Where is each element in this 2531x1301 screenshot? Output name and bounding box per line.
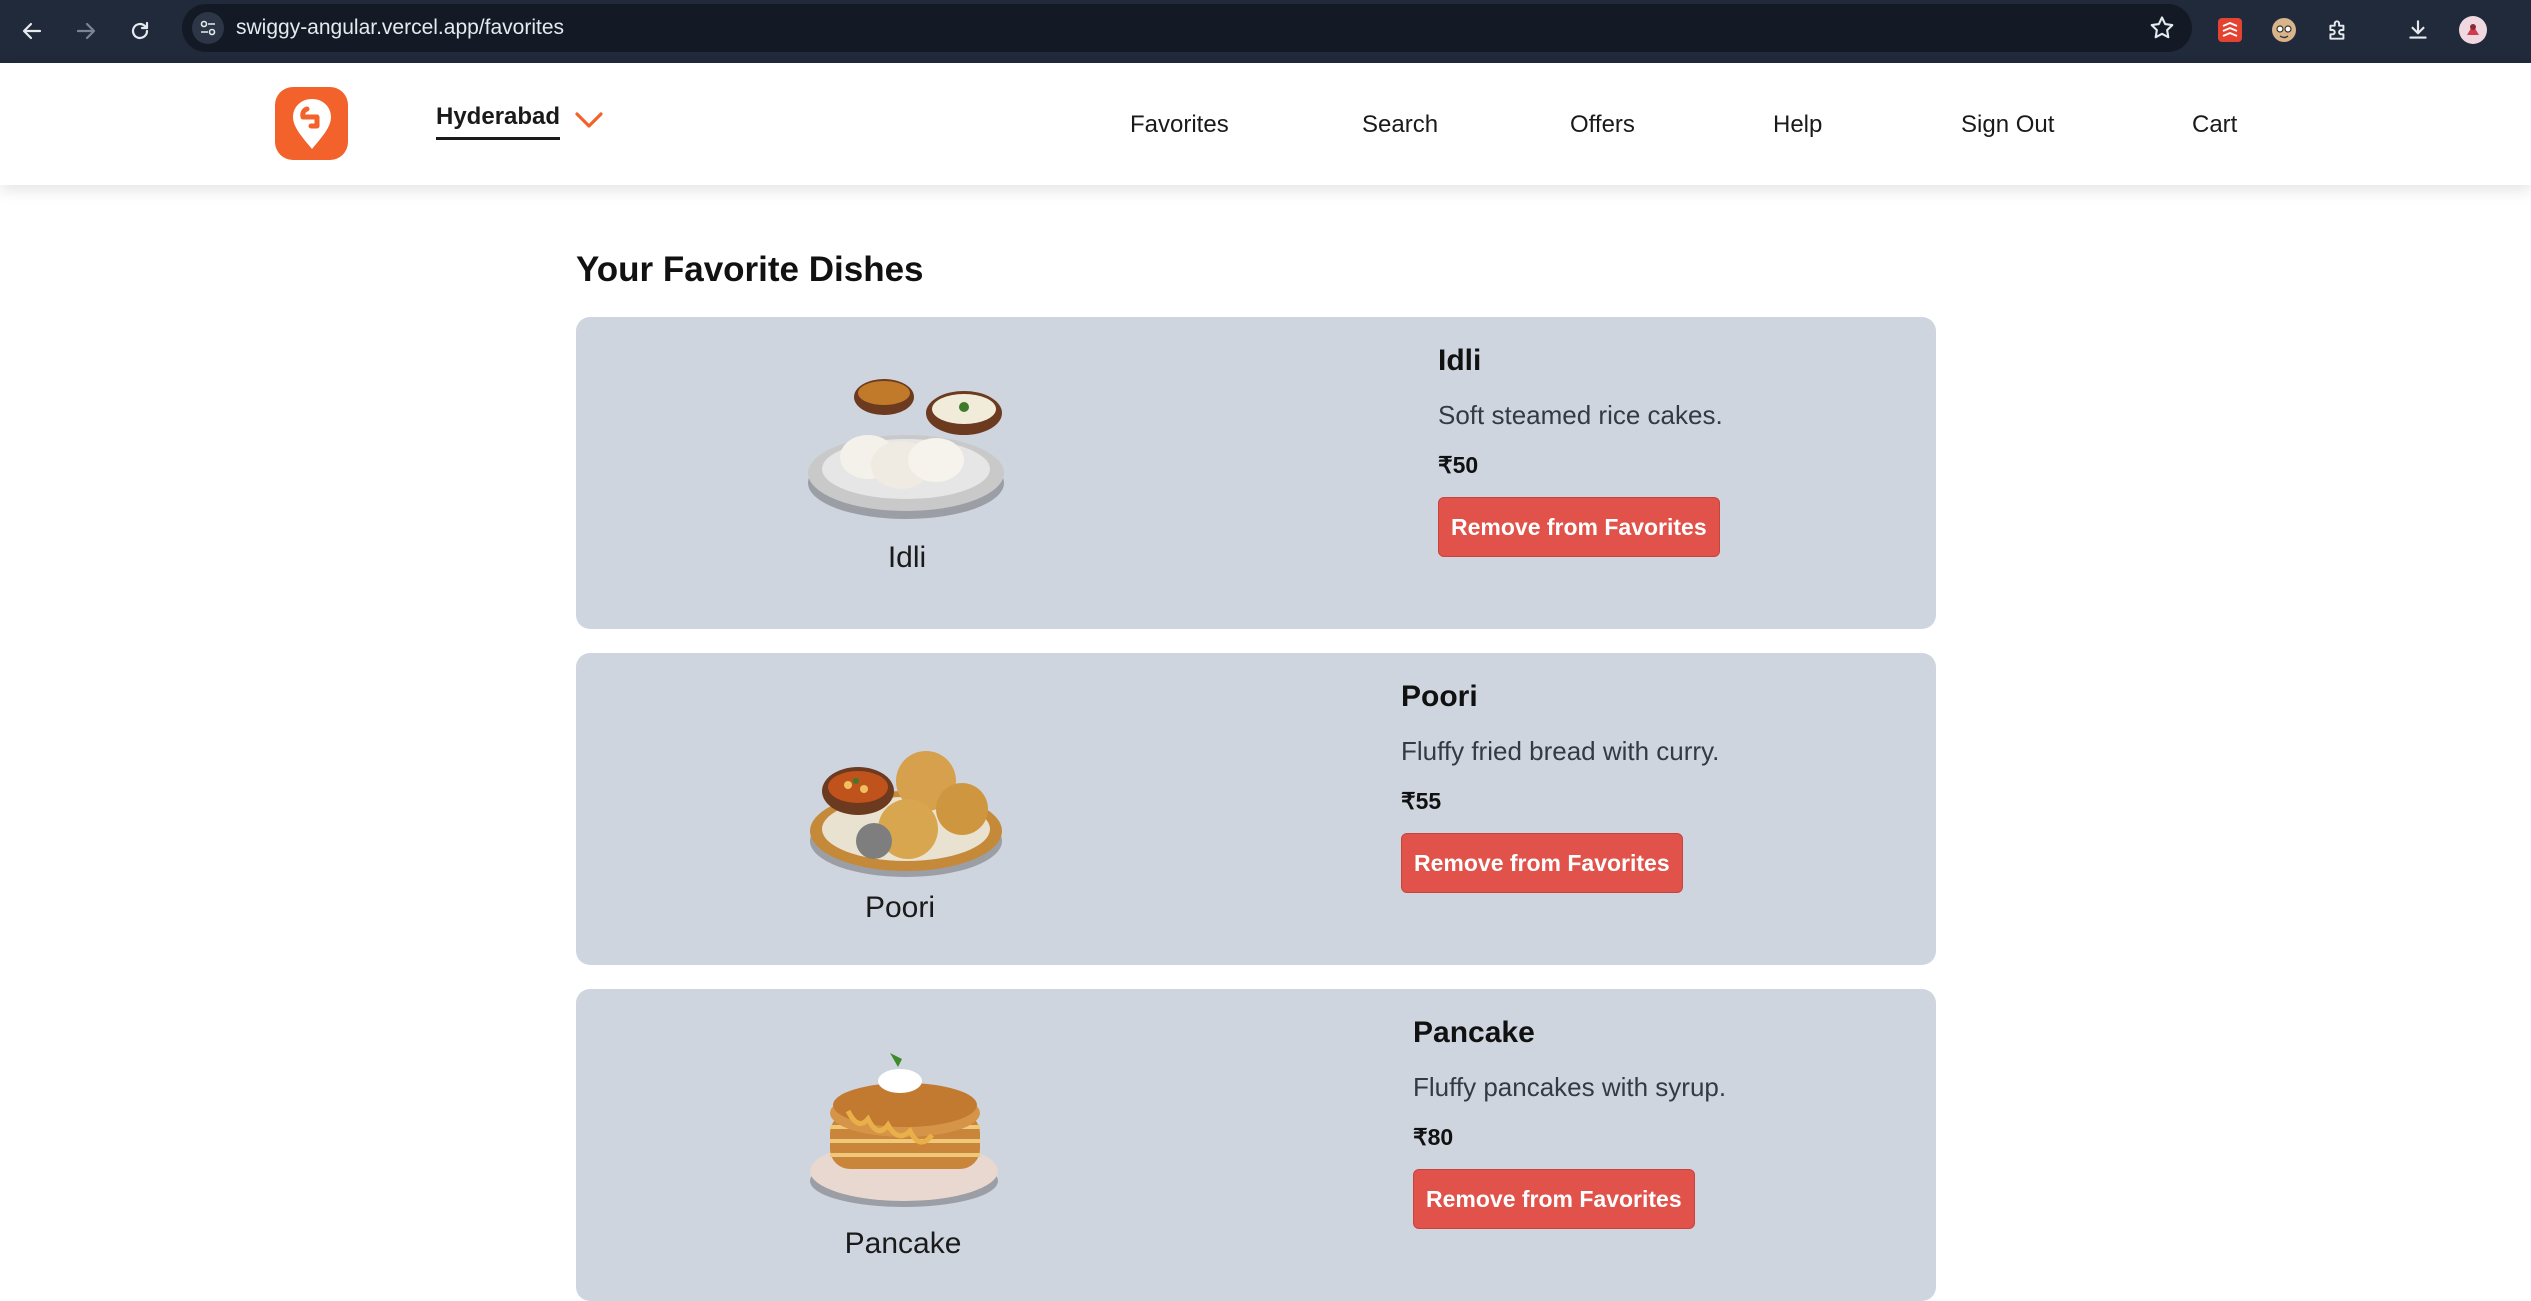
- download-icon[interactable]: [2400, 12, 2436, 48]
- nav-help[interactable]: Help: [1773, 111, 1822, 139]
- dish-name: Pancake: [1413, 1016, 1535, 1049]
- dish-name: Idli: [1438, 344, 1482, 377]
- dish-price: ₹80: [1413, 1124, 1454, 1150]
- image-caption: Pancake: [844, 1227, 962, 1260]
- favorite-card: Pancake Pancake Fluffy pancakes with syr…: [576, 989, 1936, 1301]
- poori-image: [804, 733, 1014, 893]
- location-label[interactable]: Hyderabad: [436, 103, 561, 140]
- bookmark-star-icon[interactable]: [2148, 14, 2176, 42]
- nav-search[interactable]: Search: [1362, 111, 1438, 139]
- image-caption: Idli: [887, 541, 927, 574]
- profile-avatar-icon[interactable]: [2455, 12, 2491, 48]
- extensions-puzzle-icon[interactable]: [2320, 12, 2356, 48]
- image-caption: Poori: [864, 891, 936, 924]
- dish-description: Soft steamed rice cakes.: [1438, 400, 1723, 430]
- favorite-card: Poori Poori Fluffy fried bread with curr…: [576, 653, 1936, 965]
- reload-icon[interactable]: [122, 13, 158, 49]
- back-arrow-icon[interactable]: [14, 13, 50, 49]
- browser-toolbar: swiggy-angular.vercel.app/favorites: [0, 0, 2531, 63]
- page-title: Your Favorite Dishes: [576, 250, 924, 289]
- nav-offers[interactable]: Offers: [1570, 111, 1635, 139]
- dish-description: Fluffy pancakes with syrup.: [1413, 1072, 1727, 1102]
- idli-image: [806, 365, 1016, 525]
- address-bar[interactable]: swiggy-angular.vercel.app/favorites: [182, 4, 2192, 52]
- face-extension-icon[interactable]: [2266, 12, 2302, 48]
- nav-favorites[interactable]: Favorites: [1130, 111, 1229, 139]
- todoist-extension-icon[interactable]: [2212, 12, 2248, 48]
- remove-from-favorites-button[interactable]: Remove from Favorites: [1438, 497, 1720, 557]
- dish-price: ₹50: [1438, 452, 1479, 478]
- location-selector[interactable]: Hyderabad: [436, 103, 604, 143]
- chevron-down-icon[interactable]: [574, 111, 604, 129]
- url-text[interactable]: swiggy-angular.vercel.app/favorites: [236, 4, 564, 52]
- site-header: Hyderabad Favorites Search Offers Help S…: [0, 63, 2531, 185]
- dish-name: Poori: [1401, 680, 1478, 713]
- forward-arrow-icon[interactable]: [68, 13, 104, 49]
- nav-sign-out[interactable]: Sign Out: [1961, 111, 2054, 139]
- favorite-card: Idli Idli Soft steamed rice cakes. ₹50 R…: [576, 317, 1936, 629]
- remove-from-favorites-button[interactable]: Remove from Favorites: [1413, 1169, 1695, 1229]
- remove-from-favorites-button[interactable]: Remove from Favorites: [1401, 833, 1683, 893]
- dish-description: Fluffy fried bread with curry.: [1401, 736, 1720, 766]
- pancake-image: [808, 1041, 1018, 1207]
- site-info-icon[interactable]: [192, 12, 224, 44]
- dish-price: ₹55: [1401, 788, 1442, 814]
- swiggy-logo-icon[interactable]: [275, 87, 348, 160]
- nav-cart[interactable]: Cart: [2192, 111, 2237, 139]
